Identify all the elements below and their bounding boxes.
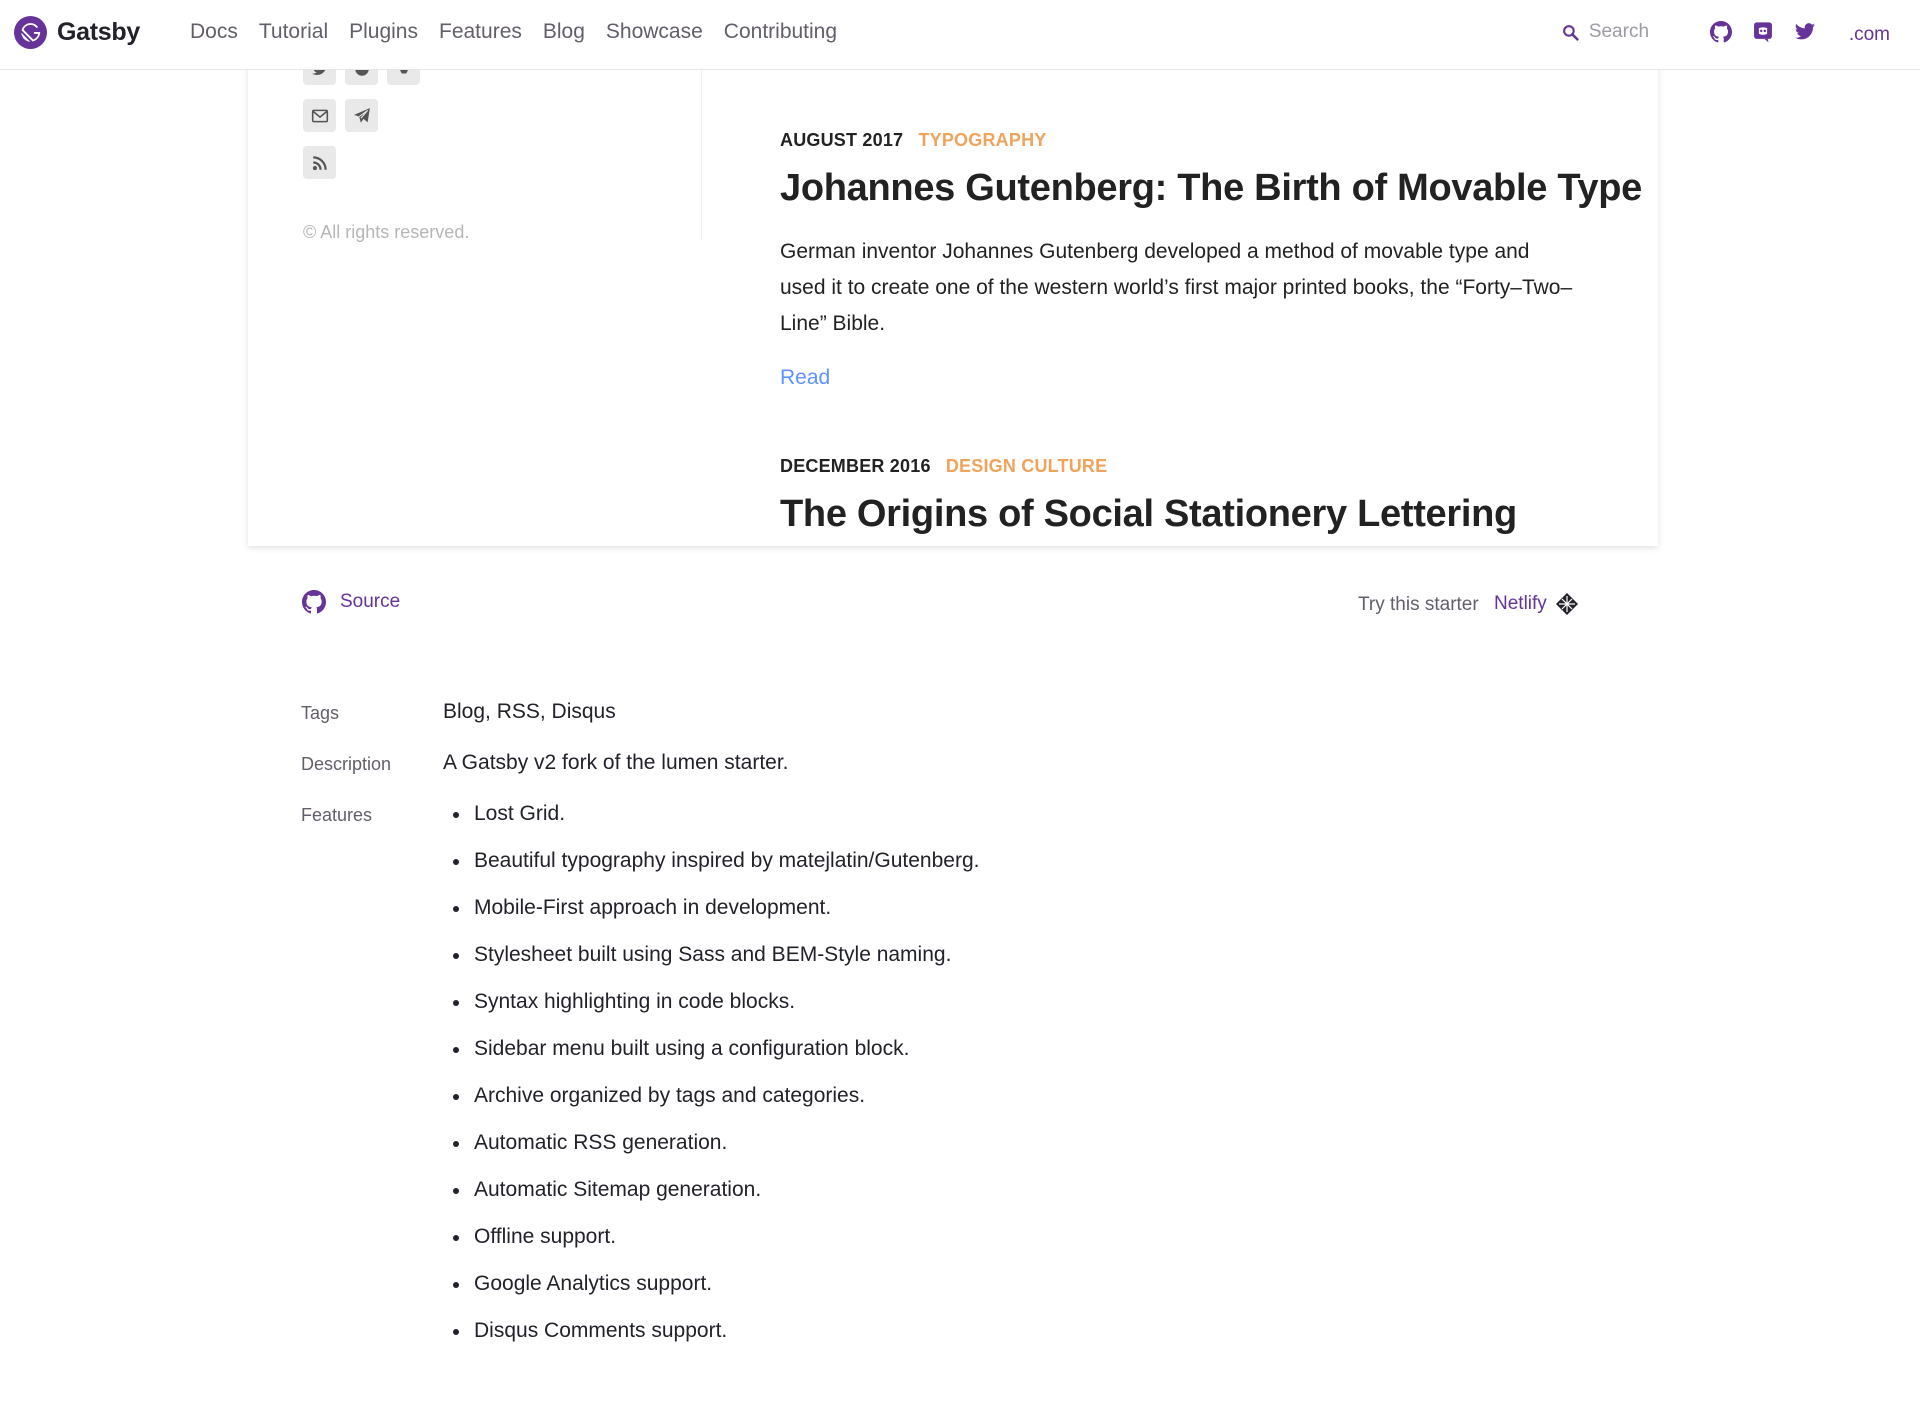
nav-right-group: .com: [1562, 18, 1890, 46]
description-label: Description: [301, 754, 392, 774]
preview-copyright: © All rights reserved.: [303, 222, 470, 242]
post-description: German inventor Johannes Gutenberg devel…: [780, 240, 1573, 335]
search-icon: [1562, 24, 1579, 41]
post-date: DECEMBER 2016: [780, 456, 931, 476]
feature-item: Sidebar menu built using a configuration…: [443, 1037, 979, 1084]
search-input[interactable]: [1588, 21, 1679, 43]
post-category: TYPOGRAPHY: [918, 130, 1047, 150]
features-row: Features Lost Grid. Beautiful typography…: [301, 802, 1601, 1366]
nav-link-tutorial[interactable]: Tutorial: [259, 20, 328, 44]
social-row-2: [303, 99, 378, 132]
gatsby-home-link[interactable]: Gatsby: [14, 16, 140, 49]
nav-link-contributing[interactable]: Contributing: [724, 20, 837, 44]
github-icon: [302, 590, 326, 614]
nav-link-features[interactable]: Features: [439, 20, 522, 44]
brand-name: Gatsby: [57, 18, 140, 46]
discord-link[interactable]: [1751, 20, 1775, 44]
discord-icon: [1753, 22, 1772, 43]
nav-link-plugins[interactable]: Plugins: [349, 20, 418, 44]
feature-item: Automatic RSS generation.: [443, 1131, 979, 1178]
github-link[interactable]: [1709, 20, 1733, 44]
netlify-label: Netlify: [1494, 593, 1547, 614]
feature-item: Mobile-First approach in development.: [443, 896, 979, 943]
telegram-icon: [353, 107, 370, 123]
feature-item: Disqus Comments support.: [443, 1319, 979, 1366]
netlify-icon: [1555, 593, 1578, 615]
features-label: Features: [301, 805, 373, 825]
description-row: Description A Gatsby v2 fork of the lume…: [301, 751, 1601, 775]
post-title: The Origins of Social Stationery Letteri…: [780, 493, 1517, 535]
email-social-button: [303, 99, 336, 132]
twitter-icon: [1794, 23, 1815, 40]
post-read-link: Read: [780, 366, 831, 389]
feature-item: Lost Grid.: [443, 802, 979, 849]
tags-row: Tags Blog, RSS, Disqus: [301, 700, 1601, 724]
feature-item: Automatic Sitemap generation.: [443, 1178, 979, 1225]
post-category: DESIGN CULTURE: [945, 456, 1108, 476]
nav-link-showcase[interactable]: Showcase: [606, 20, 703, 44]
starter-links-row: Source Try this starter Netlify: [302, 590, 1580, 620]
social-row-3: [303, 146, 336, 179]
nav-link-docs[interactable]: Docs: [190, 20, 238, 44]
top-navigation: Gatsby Docs Tutorial Plugins Features Bl…: [0, 0, 1920, 70]
twitter-link[interactable]: [1793, 20, 1817, 44]
tags-value: Blog, RSS, Disqus: [443, 700, 616, 723]
feature-item: Archive organized by tags and categories…: [443, 1084, 979, 1131]
source-label: Source: [340, 591, 401, 612]
post-title: Johannes Gutenberg: The Birth of Movable…: [780, 167, 1642, 209]
feature-item: Syntax highlighting in code blocks.: [443, 990, 979, 1037]
github-icon: [1709, 21, 1732, 43]
features-list: Lost Grid. Beautiful typography inspired…: [443, 802, 979, 1366]
feature-item: Offline support.: [443, 1225, 979, 1272]
search-box[interactable]: [1562, 21, 1679, 43]
telegram-social-button: [345, 99, 378, 132]
post-meta: AUGUST 2017 TYPOGRAPHY: [780, 130, 1642, 151]
feature-item: Beautiful typography inspired by matejla…: [443, 849, 979, 896]
rss-icon: [312, 155, 327, 170]
main-nav-links: Docs Tutorial Plugins Features Blog Show…: [190, 20, 837, 44]
source-link[interactable]: Source: [302, 590, 400, 614]
post-item: DECEMBER 2016 DESIGN CULTURE The Origins…: [780, 456, 1517, 536]
gatsbyjs-com-link[interactable]: .com: [1849, 24, 1890, 46]
netlify-link[interactable]: Netlify: [1494, 592, 1579, 616]
post-item: AUGUST 2017 TYPOGRAPHY Johannes Gutenber…: [780, 130, 1642, 390]
tags-label: Tags: [301, 703, 340, 723]
post-date: AUGUST 2017: [780, 130, 904, 150]
description-value: A Gatsby v2 fork of the lumen starter.: [443, 751, 789, 774]
feature-item: Google Analytics support.: [443, 1272, 979, 1319]
email-icon: [311, 109, 328, 122]
post-meta: DECEMBER 2016 DESIGN CULTURE: [780, 456, 1517, 477]
gatsby-logo-icon: [14, 16, 47, 49]
starter-details: Tags Blog, RSS, Disqus Description A Gat…: [301, 700, 1601, 1393]
starter-screenshot-card[interactable]: © All rights reserved. AUGUST 2017 TYPOG…: [248, 0, 1658, 546]
feature-item: Stylesheet built using Sass and BEM-Styl…: [443, 943, 979, 990]
nav-link-blog[interactable]: Blog: [543, 20, 585, 44]
rss-social-button: [303, 146, 336, 179]
try-starter-label: Try this starter: [1358, 594, 1479, 615]
